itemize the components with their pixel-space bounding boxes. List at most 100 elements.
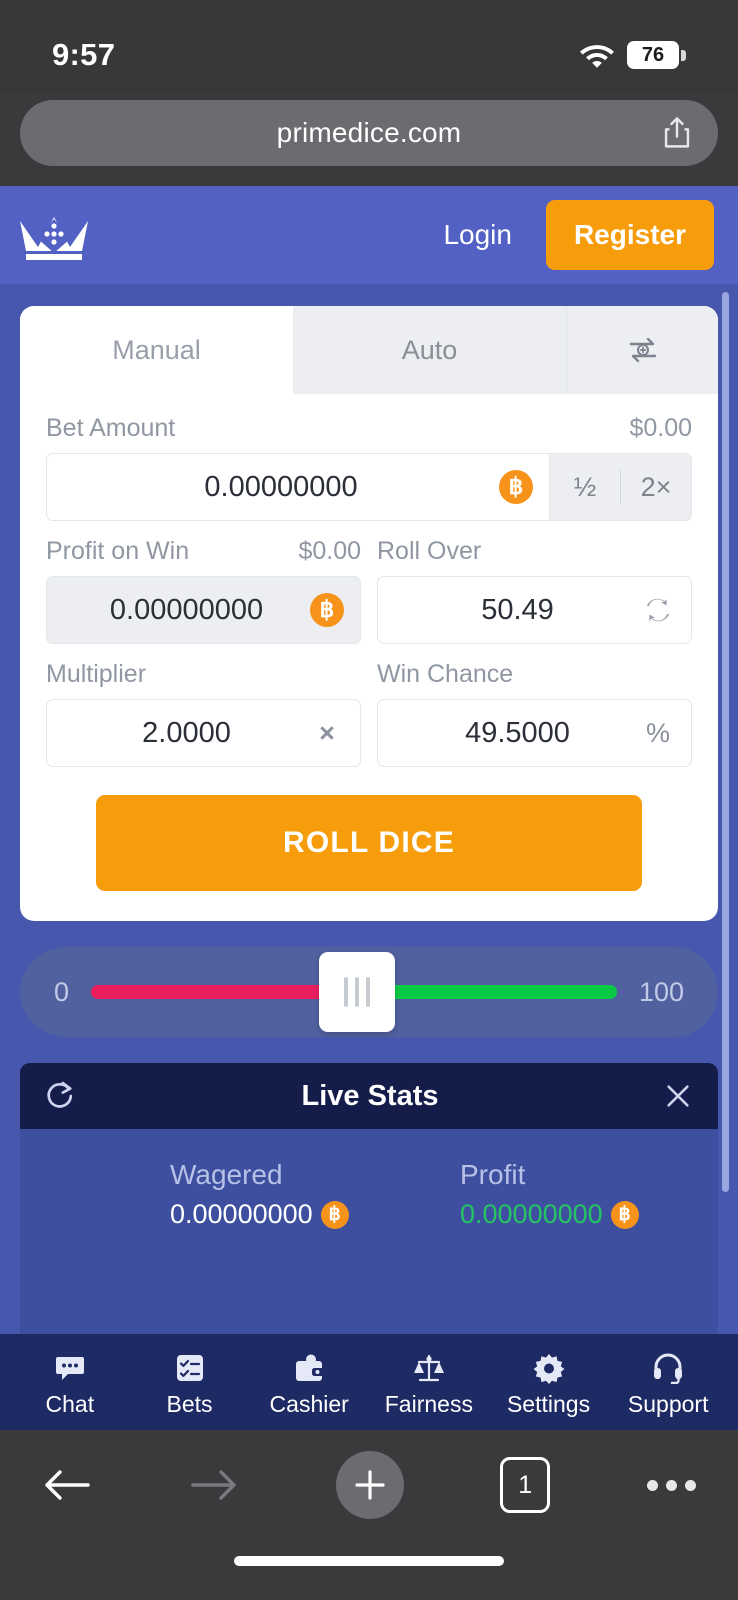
nav-label: Chat: [45, 1391, 95, 1417]
multiplier-label: Multiplier: [46, 660, 147, 688]
halve-bet-button[interactable]: ½: [550, 472, 620, 503]
status-bar-time: 9:57: [52, 37, 116, 72]
nav-label: Settings: [506, 1391, 591, 1417]
home-indicator: [234, 1556, 504, 1566]
browser-forward-button[interactable]: [189, 1467, 239, 1503]
live-stats-grid: Wagered 0.00000000 ฿ Profit 0.00000000 ฿: [20, 1159, 718, 1230]
profit-on-win-usd: $0.00: [298, 537, 361, 565]
refresh-icon[interactable]: [46, 1080, 76, 1112]
plus-icon: [354, 1470, 385, 1500]
browser-url-bar-container: primedice.com: [0, 92, 738, 186]
roll-dice-button[interactable]: ROLL DICE: [96, 795, 642, 891]
browser-bottom-toolbar: 1: [0, 1430, 738, 1540]
slider-win-range: [373, 985, 617, 999]
bitcoin-icon: ฿: [610, 1200, 639, 1229]
profit-on-win-input-box: ฿: [46, 576, 361, 644]
double-bet-button[interactable]: 2×: [621, 472, 691, 503]
bet-amount-adjusters: ½ 2×: [550, 453, 692, 521]
app-bottom-nav: Chat Bets Cashier Fairness Settings Supp…: [0, 1334, 738, 1430]
bet-amount-input-box[interactable]: ฿: [46, 453, 550, 521]
bitcoin-icon: ฿: [320, 1200, 349, 1229]
bet-mode-tabs: Manual Auto: [20, 306, 718, 394]
slider-track[interactable]: [91, 952, 617, 1032]
nav-label: Cashier: [269, 1391, 349, 1417]
win-chance-unit: %: [645, 717, 670, 748]
live-stats-title: Live Stats: [301, 1079, 439, 1112]
slider-min-label: 0: [54, 976, 70, 1007]
multiplier-input[interactable]: [63, 716, 310, 750]
bitcoin-icon: ฿: [310, 593, 344, 627]
bet-amount-input[interactable]: [63, 470, 499, 504]
slider-lose-range: [91, 985, 340, 999]
stat-label: Wagered: [170, 1159, 283, 1190]
multiplier-winchance-row: Multiplier × Win Chance: [46, 660, 692, 783]
roll-over-input[interactable]: [394, 593, 641, 627]
bitcoin-icon: ฿: [499, 470, 533, 504]
swap-plus-icon: [629, 337, 656, 363]
tab-advanced-swap[interactable]: [566, 306, 718, 394]
win-chance-input[interactable]: [394, 716, 641, 750]
login-button[interactable]: Login: [421, 209, 534, 261]
browser-back-button[interactable]: [42, 1467, 92, 1503]
checklist-icon: [176, 1355, 203, 1381]
header-actions: Login Register: [421, 200, 714, 270]
nav-label: Support: [627, 1391, 709, 1417]
nav-item-chat[interactable]: Chat: [10, 1352, 130, 1418]
browser-tabs-button[interactable]: 1: [500, 1457, 551, 1513]
win-chance-label: Win Chance: [377, 660, 514, 688]
bet-amount-usd: $0.00: [629, 414, 692, 442]
profit-on-win-label: Profit on Win: [46, 537, 190, 565]
url-text: primedice.com: [276, 117, 462, 148]
nav-item-cashier[interactable]: Cashier: [249, 1352, 369, 1418]
profit-on-win-input: [63, 593, 310, 627]
stat-value: 0.00000000: [170, 1199, 313, 1229]
wallet-icon: [296, 1354, 325, 1381]
bet-amount-row: ฿ ½ 2×: [46, 453, 692, 521]
phone-screen: 9:57 76 primedice.com Login Register Man…: [0, 0, 738, 1600]
headset-icon: [654, 1353, 683, 1384]
nav-item-support[interactable]: Support: [608, 1352, 728, 1418]
crown-dice-logo-icon[interactable]: [18, 209, 90, 261]
roll-over-input-box[interactable]: [377, 576, 692, 644]
slider-max-label: 100: [638, 976, 684, 1007]
profit-rollover-row: Profit on Win $0.00 ฿ Roll Over: [46, 537, 692, 660]
close-icon[interactable]: [664, 1082, 692, 1110]
swap-arrows-icon[interactable]: [641, 597, 675, 623]
register-button[interactable]: Register: [545, 200, 714, 270]
slider-thumb[interactable]: [318, 952, 395, 1032]
app-content-area: Manual Auto Bet Amount $0.00 0.00000000 …: [0, 284, 738, 1334]
roll-slider[interactable]: 0 100: [20, 947, 718, 1037]
stat-value-row: 0.00000000 ฿: [460, 1199, 680, 1230]
browser-new-tab-button[interactable]: [335, 1451, 404, 1519]
home-indicator-area: [0, 1540, 738, 1582]
share-icon[interactable]: [662, 116, 692, 150]
url-bar[interactable]: primedice.com: [20, 100, 718, 166]
multiplier-input-box[interactable]: ×: [46, 699, 361, 767]
forward-arrow-icon: [191, 1470, 236, 1500]
tab-auto[interactable]: Auto: [293, 306, 566, 394]
chat-bubble-icon: [55, 1357, 84, 1380]
live-stats-header: Live Stats: [20, 1063, 718, 1129]
stat-profit: Profit 0.00000000 ฿: [460, 1159, 680, 1230]
win-chance-input-box[interactable]: %: [377, 699, 692, 767]
nav-label: Fairness: [384, 1391, 473, 1417]
nav-item-bets[interactable]: Bets: [130, 1352, 250, 1418]
tab-manual[interactable]: Manual: [20, 306, 293, 394]
stat-value: 0.00000000: [460, 1199, 603, 1229]
stat-wagered: Wagered 0.00000000 ฿: [170, 1159, 390, 1230]
profit-on-win-group: Profit on Win $0.00 ฿: [46, 537, 361, 660]
page-scrollbar[interactable]: [722, 292, 729, 1192]
roll-over-group: Roll Over: [377, 537, 692, 660]
live-stats-panel: Live Stats Wagered 0.00000000 ฿ Profit 0…: [20, 1063, 718, 1334]
gear-icon: [533, 1354, 564, 1384]
bet-card: Manual Auto Bet Amount $0.00 0.00000000 …: [20, 306, 718, 921]
bet-card-body: Bet Amount $0.00 ฿ ½ 2×: [20, 394, 718, 921]
wifi-icon: [580, 45, 614, 68]
browser-menu-button[interactable]: [647, 1479, 696, 1491]
multiplier-unit: ×: [319, 717, 335, 748]
live-stats-body: Wagered 0.00000000 ฿ Profit 0.00000000 ฿: [20, 1129, 718, 1334]
nav-item-settings[interactable]: Settings: [489, 1352, 609, 1418]
status-bar: 9:57 76: [0, 0, 738, 92]
nav-item-fairness[interactable]: Fairness: [369, 1352, 489, 1418]
back-arrow-icon: [45, 1470, 90, 1500]
